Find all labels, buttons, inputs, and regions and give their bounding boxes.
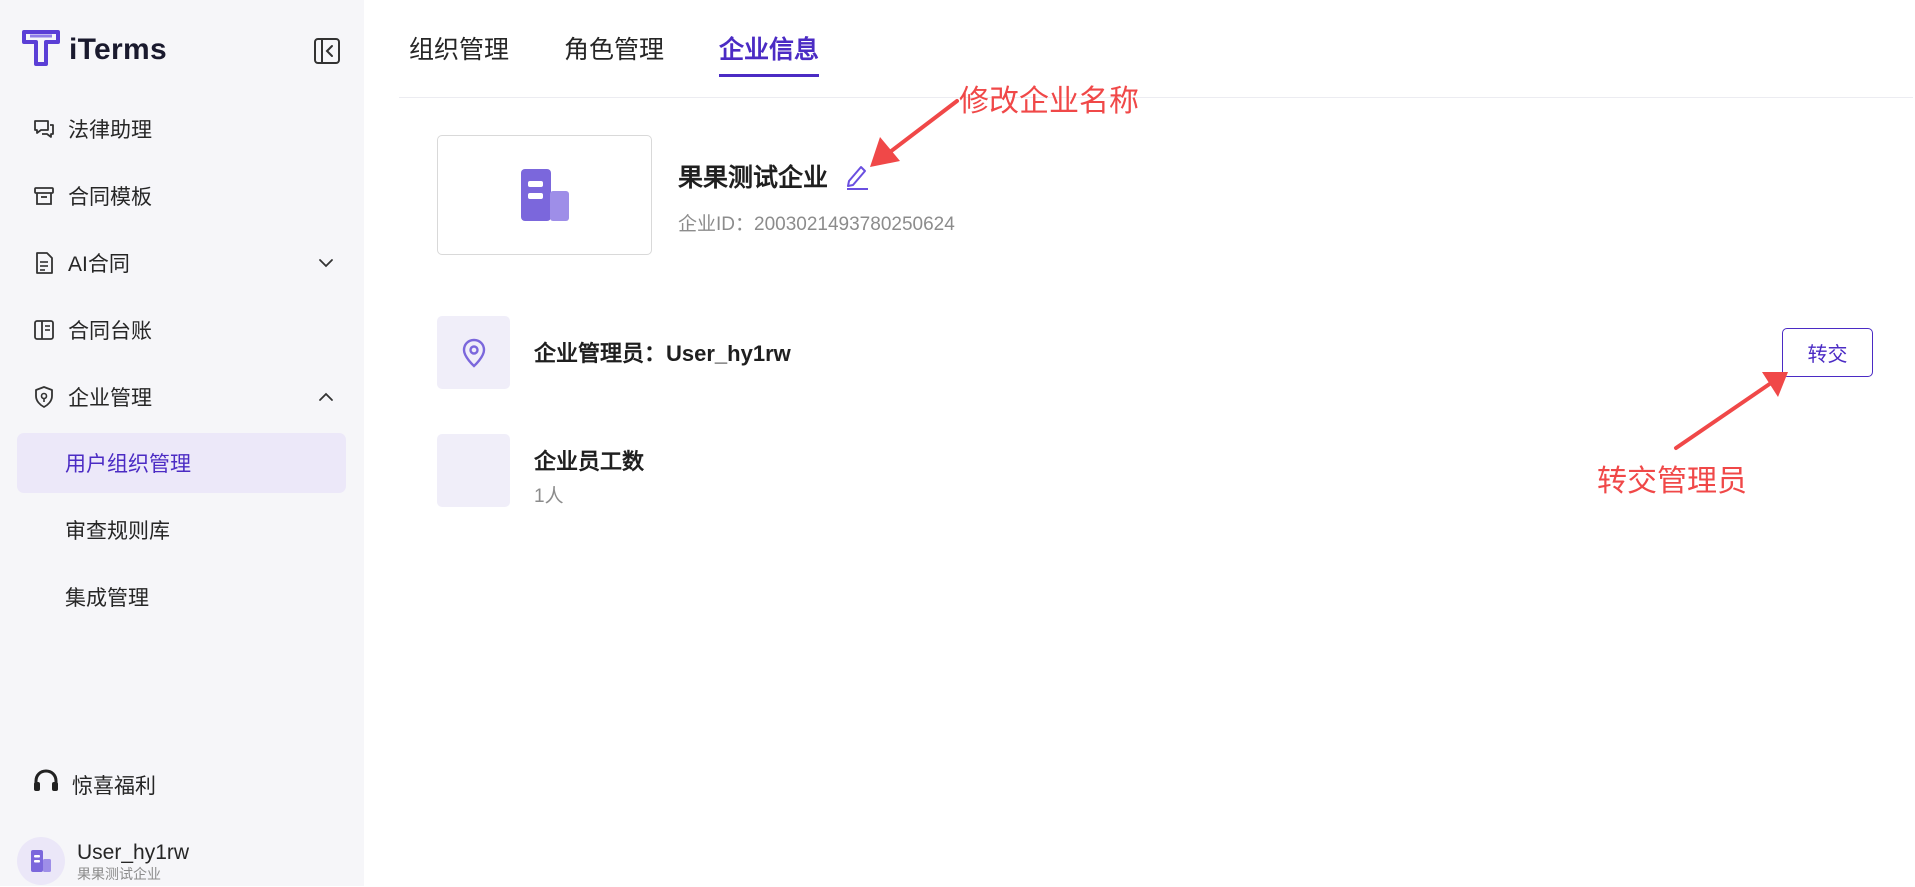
building-icon	[520, 169, 569, 221]
transfer-admin-button[interactable]: 转交	[1782, 328, 1873, 377]
company-logo[interactable]	[437, 135, 652, 255]
user-info: User_hy1rw 果果测试企业	[77, 840, 189, 883]
location-pin-icon	[462, 338, 485, 368]
tab-role-management[interactable]: 角色管理	[564, 30, 664, 74]
nav-label: 审查规则库	[65, 520, 170, 543]
nav-label: 合同模板	[68, 186, 152, 209]
avatar	[17, 837, 65, 885]
admin-icon-box	[437, 316, 510, 389]
tab-bar: 组织管理 角色管理 企业信息	[399, 0, 1913, 98]
annotation-arrow-transfer	[1674, 381, 1773, 450]
headset-icon	[31, 767, 61, 803]
employee-count-value: 1人	[534, 486, 564, 507]
nav-label: 法律助理	[68, 119, 152, 142]
app-logo[interactable]: iTerms	[22, 29, 167, 71]
nav-item-legal-assistant[interactable]: 法律助理	[17, 99, 346, 159]
nav-label: 合同台账	[68, 320, 152, 343]
user-profile[interactable]: User_hy1rw 果果测试企业	[17, 835, 189, 887]
logo-text: iTerms	[69, 33, 167, 66]
user-org: 果果测试企业	[77, 865, 161, 882]
nav-label: AI合同	[68, 253, 130, 276]
archive-box-icon	[31, 184, 56, 209]
bonus-label: 惊喜福利	[72, 775, 156, 798]
surprise-bonus-link[interactable]: 惊喜福利	[31, 765, 156, 805]
document-icon	[31, 251, 56, 276]
nav-label: 集成管理	[65, 587, 149, 610]
admin-label: 企业管理员：	[534, 341, 667, 366]
company-id-label: 企业ID：	[678, 214, 755, 235]
sidebar: iTerms 法律助理 合同模板 AI合同 合同台账 企业管理 用户组织管理 审…	[0, 0, 364, 886]
company-name: 果果测试企业	[678, 164, 829, 192]
annotation-transfer-admin: 转交管理员	[1597, 465, 1747, 498]
iterms-logo-icon	[22, 29, 60, 71]
annotation-arrowhead-rename	[870, 137, 900, 167]
user-name: User_hy1rw	[77, 840, 190, 864]
enterprise-admin: 企业管理员：User_hy1rw	[534, 336, 791, 368]
tab-enterprise-info[interactable]: 企业信息	[719, 30, 820, 77]
annotation-arrow-rename	[884, 99, 959, 157]
chevron-down-icon[interactable]	[314, 251, 338, 275]
nav-subitem-integration[interactable]: 集成管理	[17, 567, 346, 627]
nav-subitem-user-org-management[interactable]: 用户组织管理	[17, 433, 346, 493]
nav-label: 用户组织管理	[65, 453, 191, 476]
nav-item-ai-contract[interactable]: AI合同	[17, 233, 346, 293]
chevron-up-icon[interactable]	[314, 385, 338, 409]
nav-label: 企业管理	[68, 387, 152, 410]
nav-item-contract-ledger[interactable]: 合同台账	[17, 300, 346, 360]
company-id-value: 2003021493780250624	[754, 214, 955, 235]
employee-count-label: 企业员工数	[534, 449, 645, 474]
building-icon	[31, 850, 51, 872]
admin-value: User_hy1rw	[666, 341, 791, 366]
employee-count-icon-box	[437, 434, 510, 507]
shield-icon	[31, 385, 56, 410]
annotation-rename-company: 修改企业名称	[959, 85, 1139, 118]
chat-bubbles-icon	[31, 117, 56, 142]
edit-company-name-button[interactable]	[843, 161, 871, 191]
sidebar-collapse-icon	[314, 38, 340, 64]
tab-org-management[interactable]: 组织管理	[409, 30, 509, 74]
nav-item-enterprise-management[interactable]: 企业管理	[17, 367, 346, 427]
nav-item-contract-templates[interactable]: 合同模板	[17, 166, 346, 226]
company-id: 企业ID：2003021493780250624	[678, 209, 955, 236]
collapse-sidebar-button[interactable]	[311, 35, 343, 67]
nav-subitem-review-rules[interactable]: 审查规则库	[17, 500, 346, 560]
ledger-book-icon	[31, 318, 56, 343]
pencil-icon	[847, 166, 868, 190]
